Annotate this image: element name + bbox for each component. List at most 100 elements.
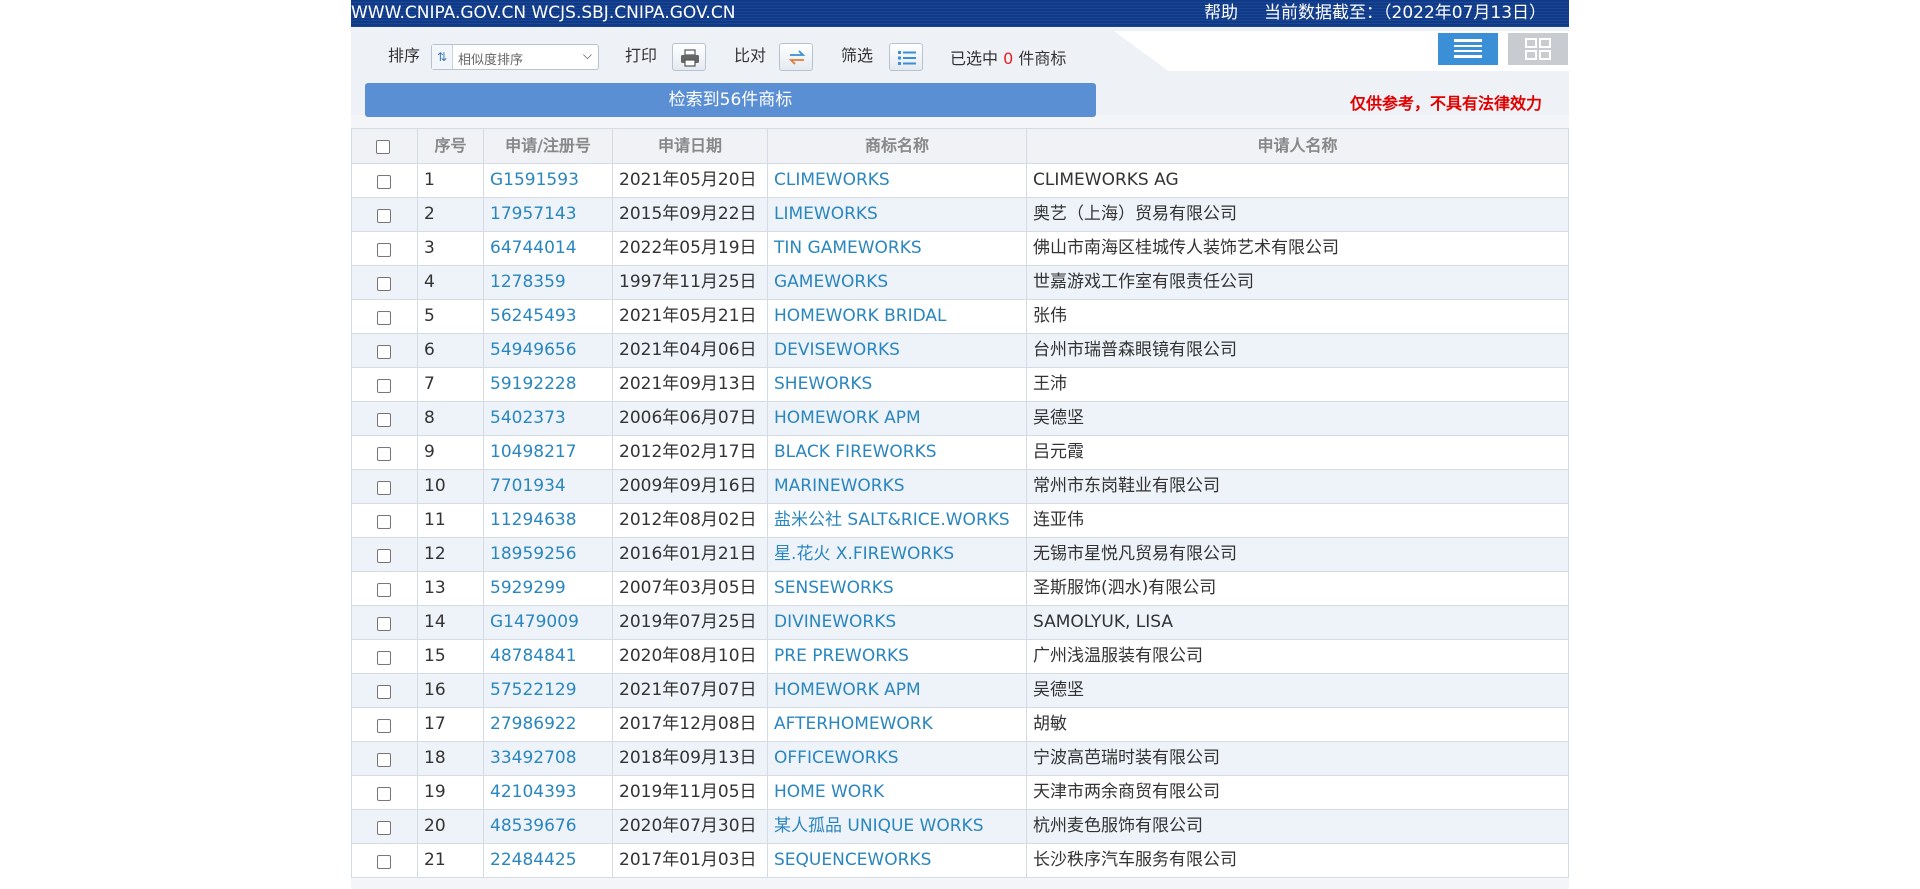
row-trademark-name-link[interactable]: OFFICEWORKS <box>767 742 1026 775</box>
row-checkbox[interactable] <box>377 277 391 291</box>
row-trademark-name-link[interactable]: AFTERHOMEWORK <box>767 708 1026 741</box>
list-view-button[interactable] <box>1438 33 1498 65</box>
row-trademark-name-link[interactable]: DIVINEWORKS <box>767 606 1026 639</box>
row-checkbox[interactable] <box>377 481 391 495</box>
row-no: 1 <box>417 164 483 197</box>
row-reg-no-link[interactable]: 48784841 <box>483 640 612 673</box>
row-reg-no-link[interactable]: 5929299 <box>483 572 612 605</box>
row-trademark-name-link[interactable]: HOME WORK <box>767 776 1026 809</box>
row-trademark-name-link[interactable]: PRE PREWORKS <box>767 640 1026 673</box>
row-reg-no-link[interactable]: 18959256 <box>483 538 612 571</box>
compare-icon <box>788 50 806 65</box>
selected-count: 0 <box>1003 49 1014 68</box>
row-applicant: SAMOLYUK, LISA <box>1026 606 1569 639</box>
row-checkbox[interactable] <box>377 209 391 223</box>
row-trademark-name-link[interactable]: SEQUENCEWORKS <box>767 844 1026 877</box>
row-reg-no-link[interactable]: 27986922 <box>483 708 612 741</box>
row-reg-no-link[interactable]: 48539676 <box>483 810 612 843</box>
row-checkbox[interactable] <box>377 447 391 461</box>
header-no[interactable]: 序号 <box>417 129 483 163</box>
row-checkbox[interactable] <box>377 719 391 733</box>
table-row: 16 57522129 2021年07月07日 HOMEWORK APM 吴德坚 <box>351 674 1569 708</box>
row-checkbox[interactable] <box>377 685 391 699</box>
row-reg-no-link[interactable]: 1278359 <box>483 266 612 299</box>
row-trademark-name-link[interactable]: MARINEWORKS <box>767 470 1026 503</box>
row-checkbox[interactable] <box>377 175 391 189</box>
grid-view-button[interactable] <box>1508 33 1568 65</box>
table-row: 10 7701934 2009年09月16日 MARINEWORKS 常州市东岗鞋业有限… <box>351 470 1569 504</box>
row-reg-no-link[interactable]: 5402373 <box>483 402 612 435</box>
row-checkbox[interactable] <box>377 787 391 801</box>
row-app-date: 2017年01月03日 <box>612 844 767 877</box>
row-checkbox[interactable] <box>377 345 391 359</box>
row-reg-no-link[interactable]: 7701934 <box>483 470 612 503</box>
header-applicant[interactable]: 申请人名称 <box>1026 129 1569 163</box>
sort-select-value: 相似度排序 <box>458 53 524 68</box>
row-trademark-name-link[interactable]: SHEWORKS <box>767 368 1026 401</box>
compare-button[interactable] <box>779 43 813 71</box>
row-applicant: 长沙秩序汽车服务有限公司 <box>1026 844 1569 877</box>
row-trademark-name-link[interactable]: TIN GAMEWORKS <box>767 232 1026 265</box>
table-body: 1 G1591593 2021年05月20日 CLIMEWORKS CLIMEWORKS… <box>351 164 1569 878</box>
row-trademark-name-link[interactable]: DEVISEWORKS <box>767 334 1026 367</box>
row-reg-no-link[interactable]: 56245493 <box>483 300 612 333</box>
row-reg-no-link[interactable]: 33492708 <box>483 742 612 775</box>
row-select-cell <box>351 606 417 639</box>
select-all-checkbox[interactable] <box>376 140 390 154</box>
sort-select[interactable]: ⇅ 相似度排序 ⌵ <box>431 44 599 70</box>
table-row: 3 64744014 2022年05月19日 TIN GAMEWORKS 佛山市南海区桂… <box>351 232 1569 266</box>
row-select-cell <box>351 572 417 605</box>
row-no: 3 <box>417 232 483 265</box>
row-trademark-name-link[interactable]: HOMEWORK APM <box>767 402 1026 435</box>
header-trademark-name[interactable]: 商标名称 <box>767 129 1026 163</box>
row-checkbox[interactable] <box>377 243 391 257</box>
header-reg-no[interactable]: 申请/注册号 <box>483 129 612 163</box>
row-checkbox[interactable] <box>377 651 391 665</box>
row-trademark-name-link[interactable]: CLIMEWORKS <box>767 164 1026 197</box>
row-select-cell <box>351 810 417 843</box>
row-reg-no-link[interactable]: 54949656 <box>483 334 612 367</box>
row-no: 18 <box>417 742 483 775</box>
help-link[interactable]: 帮助 <box>1204 0 1238 27</box>
row-reg-no-link[interactable]: 57522129 <box>483 674 612 707</box>
row-checkbox[interactable] <box>377 821 391 835</box>
row-trademark-name-link[interactable]: SENSEWORKS <box>767 572 1026 605</box>
row-reg-no-link[interactable]: G1591593 <box>483 164 612 197</box>
row-reg-no-link[interactable]: 11294638 <box>483 504 612 537</box>
row-reg-no-link[interactable]: 42104393 <box>483 776 612 809</box>
result-count-bar: 检索到56件商标 <box>365 83 1096 117</box>
row-applicant: 天津市两余商贸有限公司 <box>1026 776 1569 809</box>
row-reg-no-link[interactable]: 59192228 <box>483 368 612 401</box>
row-trademark-name-link[interactable]: GAMEWORKS <box>767 266 1026 299</box>
row-checkbox[interactable] <box>377 617 391 631</box>
row-app-date: 2019年11月05日 <box>612 776 767 809</box>
row-checkbox[interactable] <box>377 855 391 869</box>
header-app-date[interactable]: 申请日期 <box>612 129 767 163</box>
row-trademark-name-link[interactable]: LIMEWORKS <box>767 198 1026 231</box>
row-no: 4 <box>417 266 483 299</box>
row-trademark-name-link[interactable]: HOMEWORK APM <box>767 674 1026 707</box>
row-reg-no-link[interactable]: 17957143 <box>483 198 612 231</box>
row-reg-no-link[interactable]: 22484425 <box>483 844 612 877</box>
row-reg-no-link[interactable]: 64744014 <box>483 232 612 265</box>
row-checkbox[interactable] <box>377 515 391 529</box>
row-checkbox[interactable] <box>377 549 391 563</box>
row-trademark-name-link[interactable]: HOMEWORK BRIDAL <box>767 300 1026 333</box>
print-button[interactable] <box>672 43 706 71</box>
row-checkbox[interactable] <box>377 379 391 393</box>
row-checkbox[interactable] <box>377 753 391 767</box>
row-checkbox[interactable] <box>377 311 391 325</box>
row-select-cell <box>351 538 417 571</box>
row-trademark-name-link[interactable]: 星.花火 X.FIREWORKS <box>767 538 1026 571</box>
header-select-all-cell <box>351 129 417 163</box>
row-trademark-name-link[interactable]: BLACK FIREWORKS <box>767 436 1026 469</box>
row-trademark-name-link[interactable]: 某人孤品 UNIQUE WORKS <box>767 810 1026 843</box>
row-reg-no-link[interactable]: 10498217 <box>483 436 612 469</box>
top-banner: WWW.CNIPA.GOV.CN WCJS.SBJ.CNIPA.GOV.CN 帮… <box>351 0 1569 27</box>
row-reg-no-link[interactable]: G1479009 <box>483 606 612 639</box>
row-trademark-name-link[interactable]: 盐米公社 SALT&RICE.WORKS <box>767 504 1026 537</box>
filter-button[interactable] <box>889 43 923 71</box>
row-app-date: 2012年08月02日 <box>612 504 767 537</box>
row-checkbox[interactable] <box>377 413 391 427</box>
row-checkbox[interactable] <box>377 583 391 597</box>
